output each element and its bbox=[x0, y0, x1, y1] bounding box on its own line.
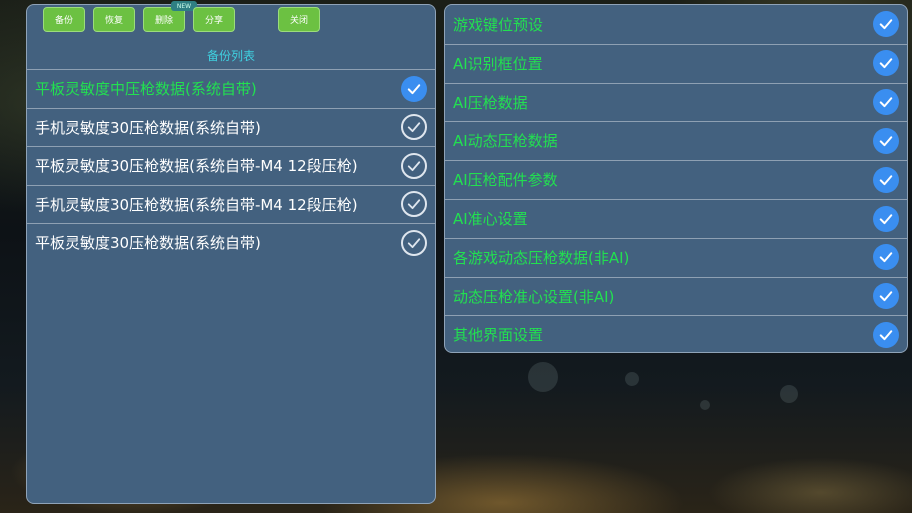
backup-item-label: 平板灵敏度30压枪数据(系统自带-M4 12段压枪) bbox=[35, 157, 358, 175]
checkmark-icon bbox=[879, 97, 893, 108]
select-checkbox[interactable] bbox=[401, 229, 427, 256]
select-checkbox[interactable] bbox=[401, 114, 427, 140]
option-item-label: AI压枪配件参数 bbox=[453, 171, 558, 190]
bokeh-light bbox=[625, 372, 639, 386]
option-checkbox[interactable] bbox=[873, 205, 899, 232]
checkmark-icon bbox=[407, 83, 421, 94]
toolbar: 备份 恢复 删除 NEW 分享 关闭 bbox=[43, 1, 423, 33]
checkmark-icon bbox=[879, 291, 893, 302]
backup-item-label: 手机灵敏度30压枪数据(系统自带-M4 12段压枪) bbox=[35, 195, 358, 214]
option-item-label: 动态压枪准心设置(非AI) bbox=[453, 287, 615, 306]
bokeh-light bbox=[780, 385, 798, 403]
backup-list-item[interactable]: 手机灵敏度30压枪数据(系统自带-M4 12段压枪) bbox=[27, 184, 435, 223]
bokeh-light bbox=[700, 400, 710, 410]
option-item[interactable]: AI压枪配件参数 bbox=[445, 160, 907, 198]
options-panel: 游戏键位预设 AI识别框位置 AI压枪数据 AI动态压枪数据 AI压枪配件参数 AI准心设… bbox=[444, 4, 908, 353]
option-item[interactable]: 游戏键位预设 bbox=[445, 5, 907, 43]
restore-button[interactable]: 恢复 bbox=[93, 7, 135, 32]
option-item[interactable]: AI识别框位置 bbox=[445, 43, 907, 82]
share-button[interactable]: 分享 bbox=[193, 7, 235, 32]
checkmark-icon bbox=[407, 199, 421, 210]
option-checkbox[interactable] bbox=[873, 321, 899, 348]
backup-item-label: 平板灵敏度中压枪数据(系统自带) bbox=[35, 80, 257, 98]
backup-button[interactable]: 备份 bbox=[43, 7, 85, 32]
checkmark-icon bbox=[879, 213, 893, 224]
option-item-label: 其他界面设置 bbox=[453, 326, 544, 345]
backup-item-label: 手机灵敏度30压枪数据(系统自带) bbox=[35, 118, 261, 137]
backup-item-label: 平板灵敏度30压枪数据(系统自带) bbox=[35, 234, 261, 252]
checkmark-icon bbox=[879, 330, 893, 340]
select-checkbox[interactable] bbox=[401, 191, 427, 217]
option-checkbox[interactable] bbox=[873, 11, 899, 37]
select-checkbox[interactable] bbox=[401, 75, 427, 102]
checkmark-icon bbox=[407, 122, 421, 133]
backup-list-item[interactable]: 平板灵敏度30压枪数据(系统自带) bbox=[27, 223, 435, 261]
select-checkbox[interactable] bbox=[401, 152, 427, 179]
option-item[interactable]: AI准心设置 bbox=[445, 199, 907, 237]
backup-list-title: 备份列表 bbox=[206, 49, 255, 63]
option-item-label: AI压枪数据 bbox=[453, 93, 528, 112]
option-checkbox[interactable] bbox=[873, 166, 899, 193]
checkmark-icon bbox=[879, 252, 893, 263]
backup-panel: 备份 恢复 删除 NEW 分享 关闭 备份列表 平板灵敏度中压枪数据(系统自带)… bbox=[26, 1, 436, 504]
option-item-label: AI动态压枪数据 bbox=[453, 132, 558, 151]
backup-list-item[interactable]: 手机灵敏度30压枪数据(系统自带) bbox=[27, 107, 435, 146]
checkmark-icon bbox=[879, 136, 893, 146]
option-item[interactable]: 其他界面设置 bbox=[445, 315, 907, 353]
option-checkbox[interactable] bbox=[873, 89, 899, 116]
option-item[interactable]: AI压枪数据 bbox=[445, 82, 907, 121]
option-item-label: 各游戏动态压枪数据(非AI) bbox=[453, 248, 630, 267]
option-item[interactable]: 动态压枪准心设置(非AI) bbox=[445, 276, 907, 315]
option-checkbox[interactable] bbox=[873, 244, 899, 271]
option-checkbox[interactable] bbox=[873, 127, 899, 154]
option-checkbox[interactable] bbox=[873, 50, 899, 77]
option-item[interactable]: 各游戏动态压枪数据(非AI) bbox=[445, 237, 907, 276]
checkmark-icon bbox=[407, 237, 421, 248]
option-item-label: AI识别框位置 bbox=[453, 54, 543, 73]
checkmark-icon bbox=[879, 174, 893, 185]
backup-list-item[interactable]: 平板灵敏度30压枪数据(系统自带-M4 12段压枪) bbox=[27, 146, 435, 184]
checkmark-icon bbox=[879, 19, 893, 30]
option-item-label: 游戏键位预设 bbox=[453, 15, 544, 34]
checkmark-icon bbox=[407, 160, 421, 171]
close-button[interactable]: 关闭 bbox=[278, 7, 320, 32]
bokeh-light bbox=[528, 362, 558, 392]
option-item[interactable]: AI动态压枪数据 bbox=[445, 121, 907, 159]
checkmark-icon bbox=[879, 58, 893, 69]
backup-list-item[interactable]: 平板灵敏度中压枪数据(系统自带) bbox=[27, 69, 435, 107]
option-item-label: AI准心设置 bbox=[453, 210, 528, 228]
option-checkbox[interactable] bbox=[873, 283, 899, 310]
